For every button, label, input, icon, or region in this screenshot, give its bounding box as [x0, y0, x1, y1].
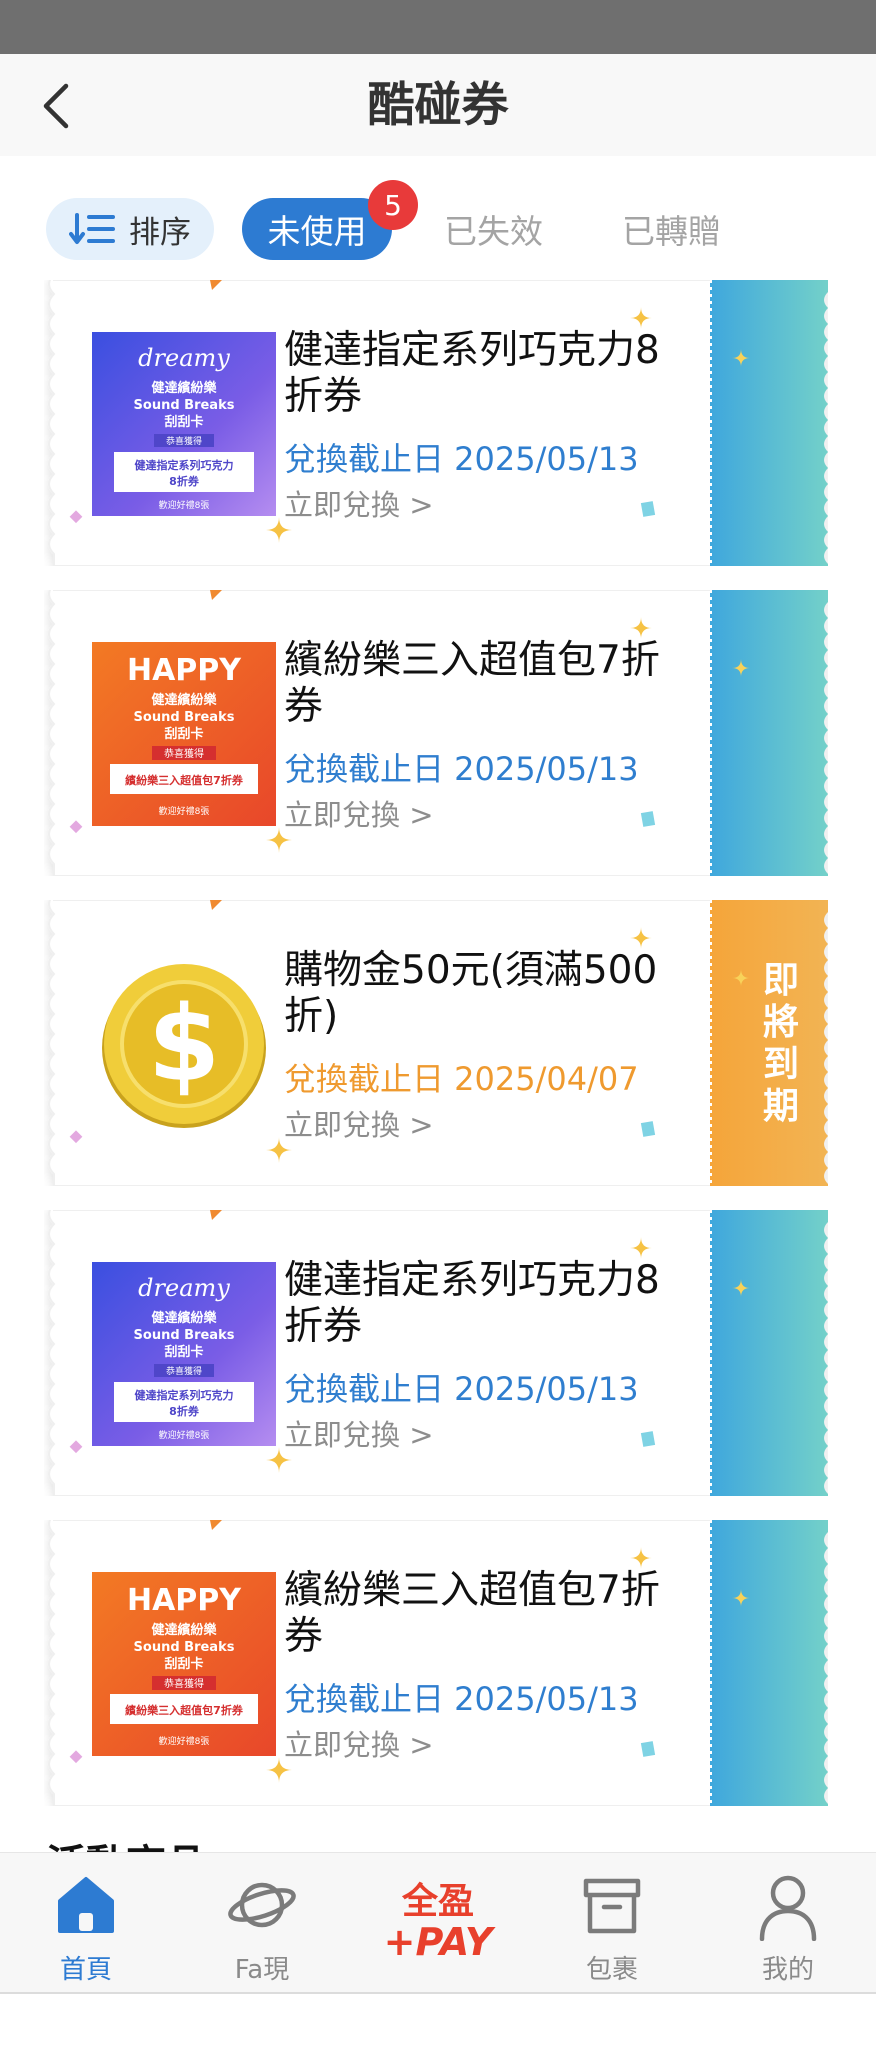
svg-text:恭喜獲得: 恭喜獲得 — [164, 1677, 204, 1690]
svg-text:健達繽紛樂: 健達繽紛樂 — [151, 1310, 217, 1326]
svg-text:8折券: 8折券 — [169, 1404, 200, 1418]
nav-pay[interactable]: 全盈 +PAY — [358, 1853, 518, 1993]
pay-logo-top: 全盈 — [401, 1880, 474, 1922]
svg-text:恭喜獲得: 恭喜獲得 — [166, 1365, 202, 1377]
planet-icon — [228, 1882, 296, 1928]
nav-package-label: 包裹 — [585, 1955, 638, 1985]
redeem-link[interactable]: 立即兌換 > — [284, 1102, 434, 1144]
coupon-name: 健達指定系列巧克力8折券 — [284, 1258, 660, 1349]
svg-text:繽紛樂三入超值包7折券: 繽紛樂三入超值包7折券 — [125, 773, 244, 787]
redeem-link[interactable]: 立即兌換 > — [284, 1722, 434, 1764]
svg-text:8折券: 8折券 — [169, 474, 200, 488]
pay-logo-bottom: +PAY — [384, 1920, 496, 1964]
svg-text:繽紛樂三入超值包7折券: 繽紛樂三入超值包7折券 — [125, 1703, 244, 1717]
coupon-expiry: 兌換截止日 2025/05/13 — [284, 1370, 639, 1408]
svg-text:刮刮卡: 刮刮卡 — [164, 1656, 203, 1672]
svg-text:健達繽紛樂: 健達繽紛樂 — [151, 380, 217, 396]
coupon-expiry: 兌換截止日 2025/05/13 — [284, 440, 639, 478]
svg-text:Sound Breaks: Sound Breaks — [134, 1640, 235, 1655]
svg-text:歡迎好禮8張: 歡迎好禮8張 — [159, 805, 210, 817]
bottom-nav: 首頁 Fa現 全盈 +PAY 包裹 我的 — [0, 1852, 876, 1992]
svg-text:健達指定系列巧克力: 健達指定系列巧克力 — [135, 1388, 234, 1402]
svg-text:dreamy: dreamy — [138, 1274, 230, 1302]
coupon-image: HAPPY 健達繽紛樂 Sound Breaks 刮刮卡 恭喜獲得 繽紛樂三入超… — [92, 642, 276, 826]
svg-text:HAPPY: HAPPY — [127, 1583, 242, 1618]
home-icon — [58, 1877, 114, 1933]
nav-fa-label: Fa現 — [234, 1955, 290, 1985]
coupon-name: 繽紛樂三入超值包7折券 — [284, 1568, 660, 1659]
status-bar — [0, 0, 876, 54]
tab-transferred[interactable]: 已轉贈 — [622, 198, 721, 260]
nav-home-label: 首頁 — [59, 1955, 112, 1985]
svg-text:歡迎好禮8張: 歡迎好禮8張 — [159, 499, 210, 511]
coupon-image: HAPPY 健達繽紛樂 Sound Breaks 刮刮卡 恭喜獲得 繽紛樂三入超… — [92, 1572, 276, 1756]
redeem-link[interactable]: 立即兌換 > — [284, 1412, 434, 1454]
package-icon — [583, 1878, 641, 1934]
filter-tabs: 排序 未使用 5 已失效 已轉贈 — [0, 156, 876, 266]
svg-text:Sound Breaks: Sound Breaks — [134, 1328, 235, 1343]
page-title: 酷碰券 — [367, 78, 509, 133]
coupon-name: 健達指定系列巧克力8折券 — [284, 328, 660, 419]
svg-text:刮刮卡: 刮刮卡 — [164, 414, 203, 430]
svg-text:刮刮卡: 刮刮卡 — [164, 1344, 203, 1360]
coupon-card[interactable]: dreamy 健達繽紛樂 Sound Breaks 刮刮卡 恭喜獲得 健達指定系… — [44, 1210, 828, 1496]
coupon-expiry: 兌換截止日 2025/05/13 — [284, 750, 639, 788]
coupon-image: dreamy 健達繽紛樂 Sound Breaks 刮刮卡 恭喜獲得 健達指定系… — [92, 332, 276, 516]
app-header: 酷碰券 — [0, 54, 876, 156]
coupon-card[interactable]: HAPPY 健達繽紛樂 Sound Breaks 刮刮卡 恭喜獲得 繽紛樂三入超… — [44, 590, 828, 876]
svg-text:$: $ — [148, 983, 220, 1105]
nav-profile-label: 我的 — [761, 1955, 814, 1985]
svg-text:恭喜獲得: 恭喜獲得 — [164, 747, 204, 760]
coupon-name: 繽紛樂三入超值包7折券 — [284, 638, 660, 729]
svg-text:刮刮卡: 刮刮卡 — [164, 726, 203, 742]
bottom-divider — [0, 1992, 876, 1994]
svg-text:健達繽紛樂: 健達繽紛樂 — [151, 692, 217, 708]
coupon-card[interactable]: $ 購物金50元(須滿500折) 兌換截止日 2025/04/07 立即兌換 > 即將… — [44, 900, 828, 1186]
expiring-soon-label: 即將到期 — [762, 960, 799, 1127]
redeem-link[interactable]: 立即兌換 > — [284, 792, 434, 834]
svg-text:健達指定系列巧克力: 健達指定系列巧克力 — [135, 458, 234, 472]
nav-profile[interactable]: 我的 — [708, 1853, 868, 1993]
svg-text:HAPPY: HAPPY — [127, 653, 242, 688]
sort-button[interactable]: 排序 — [46, 198, 214, 260]
svg-text:恭喜獲得: 恭喜獲得 — [166, 435, 202, 447]
person-icon — [759, 1875, 817, 1941]
svg-text:健達繽紛樂: 健達繽紛樂 — [151, 1622, 217, 1638]
sort-icon — [69, 213, 115, 244]
sort-label: 排序 — [129, 214, 191, 251]
coupon-image: $ — [92, 952, 276, 1136]
tab-expired[interactable]: 已失效 — [444, 198, 543, 260]
coupon-expiry: 兌換截止日 2025/05/13 — [284, 1680, 639, 1718]
coupon-expiry: 兌換截止日 2025/04/07 — [284, 1060, 639, 1098]
redeem-link[interactable]: 立即兌換 > — [284, 482, 434, 524]
nav-fa[interactable]: Fa現 — [182, 1853, 342, 1993]
svg-text:歡迎好禮8張: 歡迎好禮8張 — [159, 1429, 210, 1441]
nav-package[interactable]: 包裹 — [532, 1853, 692, 1993]
unused-count-badge: 5 — [368, 180, 418, 230]
coupon-card[interactable]: HAPPY 健達繽紛樂 Sound Breaks 刮刮卡 恭喜獲得 繽紛樂三入超… — [44, 1520, 828, 1806]
coupon-image: dreamy 健達繽紛樂 Sound Breaks 刮刮卡 恭喜獲得 健達指定系… — [92, 1262, 276, 1446]
quanying-pay-logo: 全盈 +PAY — [384, 1880, 496, 1964]
coupon-card[interactable]: dreamy 健達繽紛樂 Sound Breaks 刮刮卡 恭喜獲得 健達指定系… — [44, 280, 828, 566]
svg-text:Sound Breaks: Sound Breaks — [134, 398, 235, 413]
svg-text:歡迎好禮8張: 歡迎好禮8張 — [159, 1735, 210, 1747]
coupon-name: 購物金50元(須滿500折) — [284, 948, 658, 1039]
svg-text:dreamy: dreamy — [138, 344, 230, 372]
svg-text:Sound Breaks: Sound Breaks — [134, 710, 235, 725]
nav-home[interactable]: 首頁 — [6, 1853, 166, 1993]
